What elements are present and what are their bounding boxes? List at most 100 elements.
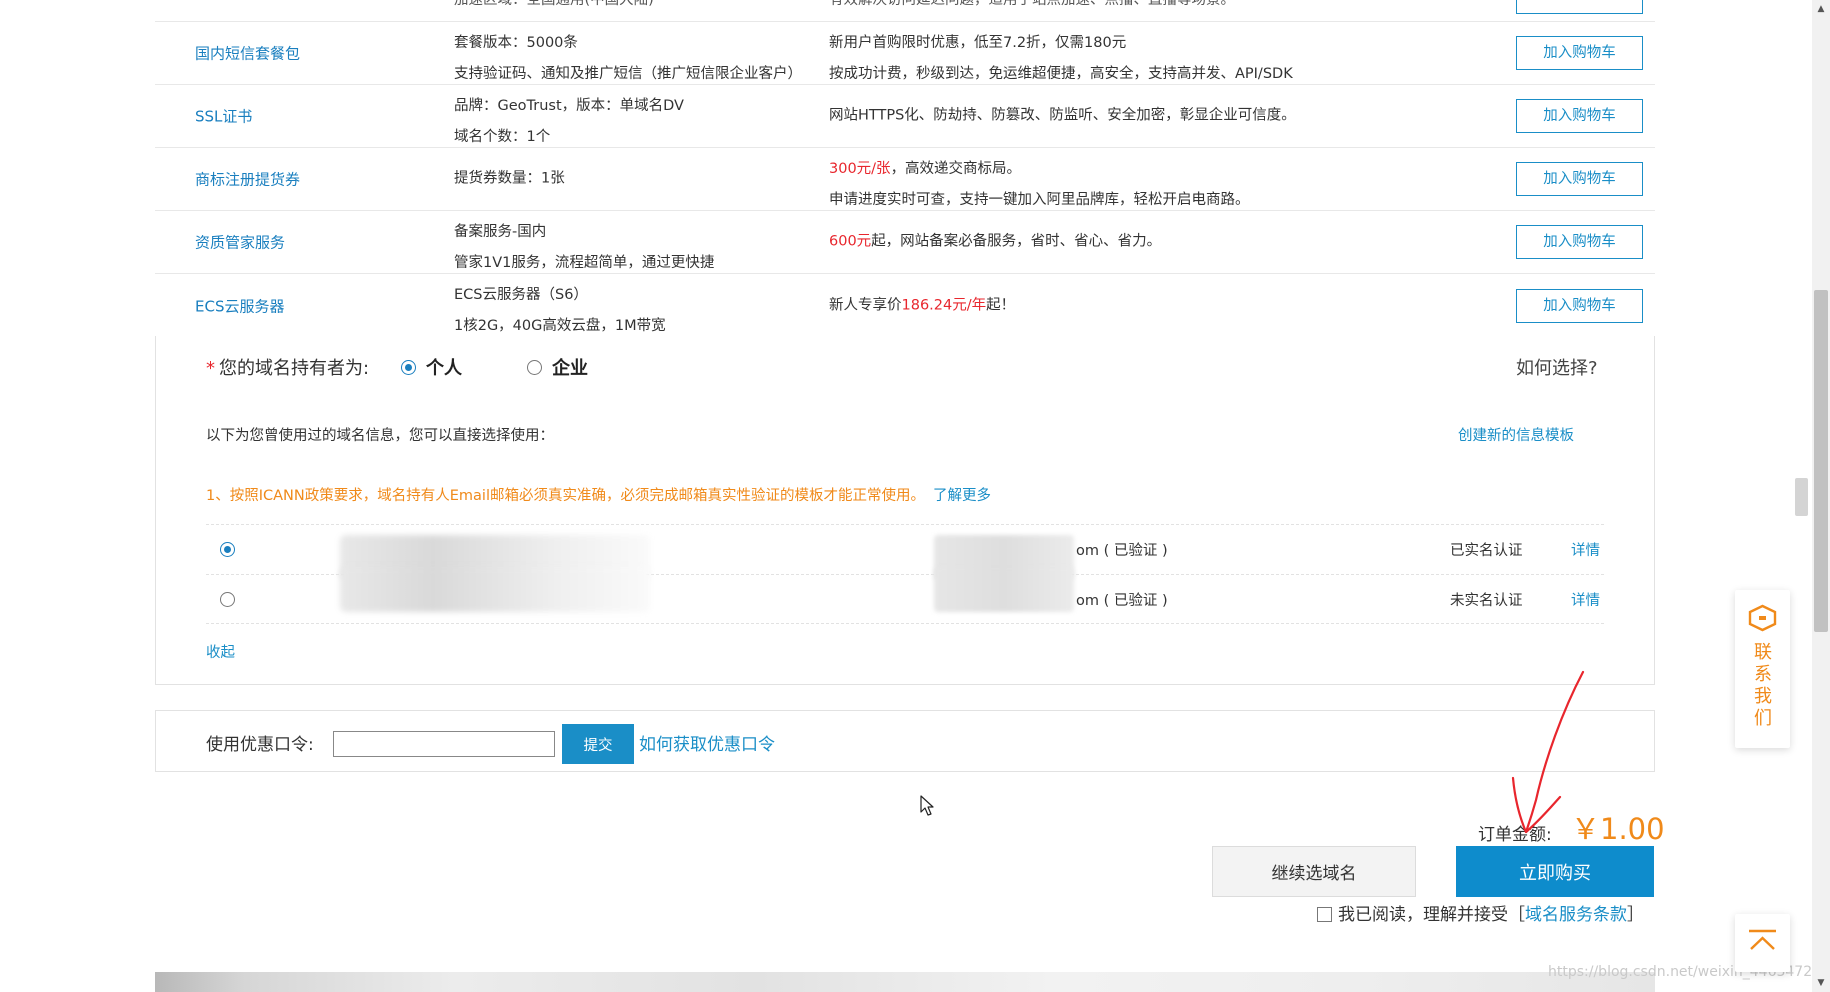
terms-link[interactable]: 域名服务条款 bbox=[1525, 905, 1627, 925]
add-to-cart-button[interactable]: 加入购物车 bbox=[1516, 36, 1643, 70]
product-row-icp: 资质管家服务 备案服务-国内 管家1V1服务，流程超简单，通过更快捷 600元起… bbox=[155, 211, 1655, 274]
template-status: 未实名认证 bbox=[1450, 593, 1523, 609]
feature-text: ，高效递交商标局。 bbox=[890, 161, 1022, 177]
product-desc: 加速区域：全国通用(中国大陆) bbox=[454, 0, 654, 12]
buy-now-button[interactable]: 立即购买 bbox=[1456, 846, 1654, 897]
holder-label-text: 您的域名持有者为: bbox=[219, 358, 370, 379]
product-desc-line: 备案服务-国内 bbox=[454, 224, 547, 240]
add-to-cart-button[interactable]: 加入购物车 bbox=[1516, 99, 1643, 133]
product-name-link[interactable]: ECS云服务器 bbox=[195, 295, 284, 316]
product-desc-line: 提货券数量：1张 bbox=[454, 170, 565, 187]
product-desc: 品牌：GeoTrust，版本：单域名DV 域名个数：1个 bbox=[454, 91, 684, 153]
product-table: 加速区域：全国通用(中国大陆) 有效解决访问延迟问题，适用于站点加速、点播、直播… bbox=[155, 0, 1655, 337]
product-desc-line: 品牌：GeoTrust，版本：单域名DV bbox=[454, 98, 684, 114]
feature-text: 起！ bbox=[986, 297, 1016, 313]
product-feature-line: 新人专享价186.24元/年起！ bbox=[829, 290, 1015, 321]
coupon-input[interactable] bbox=[333, 731, 555, 757]
learn-more-link[interactable]: 了解更多 bbox=[933, 488, 991, 504]
radio-personal[interactable] bbox=[401, 360, 416, 375]
price-highlight: 300元/张 bbox=[829, 161, 891, 177]
contact-char: 我 bbox=[1754, 686, 1772, 707]
holder-label: * 您的域名持有者为: bbox=[206, 354, 369, 380]
inner-scrollbar-thumb[interactable] bbox=[1795, 478, 1808, 516]
product-feature-line: 网站HTTPS化、防劫持、防篡改、防监听、安全加密，彰显企业可信度。 bbox=[829, 107, 1296, 124]
required-mark: * bbox=[206, 358, 215, 379]
product-feature: 新用户首购限时优惠，低至7.2折，仅需180元 按成功计费，秒级到达，免运维超便… bbox=[829, 28, 1293, 90]
template-row[interactable]: om ( 已验证 ) 未实名认证 详情 bbox=[206, 567, 1604, 624]
add-to-cart-button[interactable]: 加入购物车 bbox=[1516, 225, 1643, 259]
contact-us-float[interactable]: 联 系 我 们 bbox=[1735, 590, 1790, 748]
used-info-note: 以下为您曾使用过的域名信息，您可以直接选择使用： bbox=[206, 428, 554, 444]
collapse-link[interactable]: 收起 bbox=[206, 641, 235, 662]
add-to-cart-button[interactable] bbox=[1516, 0, 1643, 14]
feature-text: 新人专享价 bbox=[829, 297, 902, 313]
redacted-name-block bbox=[340, 567, 650, 612]
redacted-email-block bbox=[934, 567, 1074, 612]
template-status: 已实名认证 bbox=[1450, 543, 1523, 559]
template-email: om ( 已验证 ) bbox=[1076, 543, 1168, 559]
product-feature-line: 300元/张，高效递交商标局。 bbox=[829, 154, 1250, 185]
product-name-link[interactable]: 国内短信套餐包 bbox=[195, 43, 300, 64]
price-highlight: 600元 bbox=[829, 233, 872, 250]
template-radio[interactable] bbox=[220, 542, 235, 557]
product-desc-line: ECS云服务器（S6） bbox=[454, 287, 588, 303]
product-feature-line: 新用户首购限时优惠，低至7.2折，仅需180元 bbox=[829, 35, 1127, 51]
add-to-cart-button[interactable]: 加入购物车 bbox=[1516, 162, 1643, 196]
product-feature: 有效解决访问延迟问题，适用于站点加速、点播、直播等场景。 bbox=[829, 0, 1235, 12]
agreement-row: 我已阅读，理解并接受［域名服务条款］ bbox=[1317, 900, 1644, 925]
mouse-cursor-icon bbox=[920, 795, 934, 816]
scroll-down-arrow-icon[interactable]: ▼ bbox=[1815, 977, 1827, 989]
product-desc-line: 加速区域：全国通用(中国大陆) bbox=[454, 0, 654, 8]
product-feature-line: 600元起，网站备案必备服务，省时、省心、省力。 bbox=[829, 227, 1161, 258]
continue-selecting-button[interactable]: 继续选域名 bbox=[1212, 846, 1416, 897]
back-to-top-button[interactable] bbox=[1735, 914, 1790, 972]
product-desc: 备案服务-国内 管家1V1服务，流程超简单，通过更快捷 bbox=[454, 217, 714, 279]
contact-char: 们 bbox=[1754, 708, 1772, 729]
scroll-up-arrow-icon[interactable]: ▲ bbox=[1815, 3, 1827, 15]
contact-us-text: 联 系 我 们 bbox=[1752, 642, 1774, 730]
product-row-ssl: SSL证书 品牌：GeoTrust，版本：单域名DV 域名个数：1个 网站HTT… bbox=[155, 85, 1655, 148]
product-feature-line: 有效解决访问延迟问题，适用于站点加速、点播、直播等场景。 bbox=[829, 0, 1235, 8]
scrollbar-thumb[interactable] bbox=[1814, 290, 1828, 632]
product-row-sms: 国内短信套餐包 套餐版本：5000条 支持验证码、通知及推广短信（推广短信限企业… bbox=[155, 22, 1655, 85]
icann-policy-note: 1、按照ICANN政策要求，域名持有人Email邮箱必须真实准确，必须完成邮箱真… bbox=[206, 484, 991, 505]
product-desc-line: 套餐版本：5000条 bbox=[454, 35, 578, 51]
price-highlight: 186.24元/年 bbox=[901, 297, 987, 313]
product-desc: ECS云服务器（S6） 1核2G，40G高效云盘，1M带宽 bbox=[454, 280, 666, 342]
product-row-ecs: ECS云服务器 ECS云服务器（S6） 1核2G，40G高效云盘，1M带宽 新人… bbox=[155, 274, 1655, 337]
contact-char: 联 bbox=[1754, 642, 1772, 663]
product-feature: 300元/张，高效递交商标局。 申请进度实时可查，支持一键加入阿里品牌库，轻松开… bbox=[829, 154, 1250, 216]
product-name-link[interactable]: SSL证书 bbox=[195, 106, 252, 127]
bottom-banner bbox=[155, 972, 1655, 992]
product-feature: 网站HTTPS化、防劫持、防篡改、防监听、安全加密，彰显企业可信度。 bbox=[829, 101, 1296, 132]
template-email: om ( 已验证 ) bbox=[1076, 593, 1168, 609]
radio-enterprise[interactable] bbox=[527, 360, 542, 375]
product-name-link[interactable]: 资质管家服务 bbox=[195, 232, 285, 253]
add-to-cart-button[interactable]: 加入购物车 bbox=[1516, 288, 1643, 323]
coupon-submit-button[interactable]: 提交 bbox=[562, 724, 634, 764]
agree-checkbox[interactable] bbox=[1317, 907, 1332, 922]
icann-note-text: 1、按照ICANN政策要求，域名持有人Email邮箱必须真实准确，必须完成邮箱真… bbox=[206, 488, 925, 504]
how-to-choose-link[interactable]: 如何选择? bbox=[1516, 354, 1598, 380]
template-detail-link[interactable]: 详情 bbox=[1571, 589, 1600, 610]
create-template-link[interactable]: 创建新的信息模板 bbox=[1458, 424, 1574, 445]
contact-box-icon bbox=[1748, 604, 1777, 632]
product-row-cdn: 加速区域：全国通用(中国大陆) 有效解决访问延迟问题，适用于站点加速、点播、直播… bbox=[155, 0, 1655, 22]
product-desc: 套餐版本：5000条 支持验证码、通知及推广短信（推广短信限企业客户） bbox=[454, 28, 802, 90]
template-detail-link[interactable]: 详情 bbox=[1571, 539, 1600, 560]
coupon-how-link[interactable]: 如何获取优惠口令 bbox=[639, 730, 775, 755]
contact-char: 系 bbox=[1754, 664, 1772, 685]
product-row-trademark: 商标注册提货券 提货券数量：1张 300元/张，高效递交商标局。 申请进度实时可… bbox=[155, 148, 1655, 211]
coupon-bar: 使用优惠口令: 提交 如何获取优惠口令 bbox=[155, 710, 1655, 772]
option-enterprise-label[interactable]: 企业 bbox=[552, 354, 588, 380]
back-to-top-icon bbox=[1749, 929, 1776, 950]
product-feature: 新人专享价186.24元/年起！ bbox=[829, 290, 1015, 321]
option-personal-label[interactable]: 个人 bbox=[426, 354, 462, 380]
template-radio[interactable] bbox=[220, 592, 235, 607]
agree-text: 我已阅读，理解并接受［ bbox=[1338, 905, 1525, 925]
order-amount: ￥1.00 bbox=[1571, 812, 1665, 846]
product-name-link[interactable]: 商标注册提货券 bbox=[195, 169, 300, 190]
agree-close: ］ bbox=[1627, 905, 1644, 925]
domain-holder-panel: * 您的域名持有者为: 个人 企业 如何选择? 以下为您曾使用过的域名信息，您可以… bbox=[155, 336, 1655, 685]
coupon-label: 使用优惠口令: bbox=[206, 735, 314, 755]
